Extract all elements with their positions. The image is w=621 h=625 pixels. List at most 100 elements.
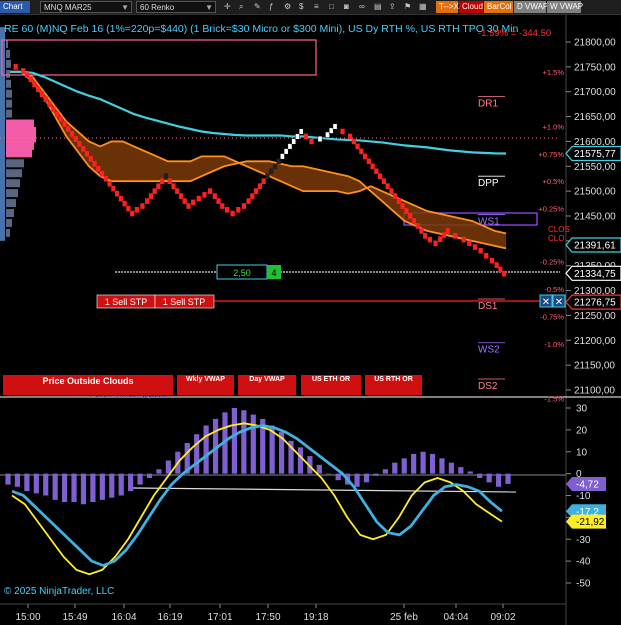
histogram-bar [24, 473, 30, 492]
alert-icon[interactable]: ⚑ [401, 1, 413, 13]
instrument-selector[interactable]: MNQ MAR25 ▼ [40, 1, 132, 13]
bar-type-selector[interactable]: 60 Renko ▼ [136, 1, 216, 13]
renko-brick [433, 240, 438, 247]
histogram-bar [231, 408, 238, 474]
renko-brick [160, 178, 165, 184]
renko-brick [152, 188, 157, 194]
strategy-icon[interactable]: ⚙ [281, 1, 293, 13]
chart-trader-icon[interactable]: $ [296, 1, 308, 13]
toolbar-button-cloud[interactable]: Cloud [459, 1, 483, 13]
renko-brick [332, 123, 338, 130]
renko-brick [13, 64, 18, 70]
toolbar-button-tx[interactable]: T-->X [436, 1, 459, 13]
renko-brick [84, 151, 90, 157]
indicators-icon[interactable]: ƒ [266, 1, 278, 13]
renko-brick [272, 163, 278, 170]
time-tick-label: 15:49 [62, 612, 87, 623]
histogram-bar [335, 473, 341, 481]
crosshair-icon[interactable]: ✛ [221, 1, 233, 13]
profile-bar [6, 49, 10, 58]
price-tick-label: 21150,00 [574, 361, 615, 372]
renko-brick [489, 257, 495, 264]
renko-brick [494, 262, 499, 268]
chart-canvas[interactable]: RE 60 (M)NQ Feb 16 (1%=220p=$440) (1 Bri… [0, 15, 621, 625]
renko-brick [317, 135, 323, 142]
profile-bar [6, 109, 12, 118]
renko-brick [257, 183, 262, 189]
renko-brick [265, 173, 270, 180]
renko-brick [370, 163, 375, 170]
renko-brick [467, 240, 472, 247]
data-box-icon[interactable]: ▤ [371, 1, 383, 13]
profile-bar [6, 119, 34, 128]
time-tick-label: 09:02 [490, 612, 515, 623]
renko-brick [171, 183, 176, 189]
renko-brick [269, 168, 274, 175]
renko-brick [167, 178, 172, 184]
renko-brick [241, 203, 247, 209]
histogram-bar [373, 473, 379, 476]
price-marker-label: 21334,75 [574, 269, 616, 280]
histogram-bar [80, 473, 87, 505]
snapshot-icon[interactable]: ◙ [341, 1, 353, 13]
histogram-bar [467, 471, 473, 474]
time-tick-label: 17:01 [207, 612, 232, 623]
chart-title: RE 60 (M)NQ Feb 16 (1%=220p=$440) (1 Bri… [4, 23, 519, 35]
share-icon[interactable]: ⇪ [386, 1, 398, 13]
osc-tick-label: 30 [576, 404, 588, 415]
renko-brick [236, 206, 241, 213]
profile-bar [6, 169, 22, 178]
renko-brick [148, 193, 154, 199]
renko-brick [32, 81, 37, 88]
renko-brick [220, 203, 225, 209]
draw-tool-icon[interactable]: ✎ [251, 1, 263, 13]
profile-bar [6, 69, 10, 78]
renko-brick [111, 185, 116, 192]
price-marker-label: 21575,77 [574, 149, 616, 160]
link-icon[interactable]: ∞ [356, 1, 368, 13]
histogram-bar [118, 473, 124, 496]
histogram-bar [458, 467, 464, 474]
renko-brick [126, 205, 131, 212]
price-tick-label: 21450,00 [574, 212, 616, 223]
time-tick-label: 25 feb [390, 612, 418, 623]
renko-brick [66, 126, 71, 132]
histogram-bar [137, 473, 143, 485]
toolbar-button-barcol[interactable]: BarCol [484, 1, 513, 13]
profile-bar [6, 141, 34, 150]
renko-brick [453, 233, 458, 239]
osc-tick-label: 10 [576, 447, 588, 458]
renko-brick [178, 193, 184, 199]
toolbar-button-dvwap[interactable]: D VWAP [514, 1, 548, 13]
histogram-bar [297, 447, 304, 474]
cancel-order-glyph: ✕ [555, 297, 563, 308]
price-tick-label: 21800,00 [574, 38, 616, 49]
templates-icon[interactable]: □ [326, 1, 338, 13]
renko-brick [28, 76, 33, 83]
profile-bar [6, 228, 10, 237]
workspace-icon[interactable]: ▦ [416, 1, 428, 13]
properties-icon[interactable]: ≡ [311, 1, 323, 13]
zoom-icon[interactable]: ⌕ [236, 1, 248, 13]
histogram-bar [33, 473, 39, 494]
histogram-bar [62, 473, 68, 503]
histogram-bar [477, 473, 483, 478]
renko-brick [381, 178, 386, 184]
histogram-bar [52, 473, 58, 500]
renko-brick [156, 183, 161, 189]
instrument-value: MNQ MAR25 [44, 3, 92, 12]
renko-brick [355, 143, 360, 150]
renko-brick [122, 200, 127, 207]
chart-menu-button[interactable]: Chart [0, 1, 30, 13]
profile-bar [6, 149, 32, 158]
histogram-bar [250, 414, 256, 474]
toolbar-button-wvwap[interactable]: W VWAP [547, 1, 583, 13]
percent-level-label: +1.5% [543, 68, 565, 77]
profile-bar [6, 126, 36, 135]
percent-level-label: +0.75% [538, 150, 564, 159]
chart-toolbar: Chart MNQ MAR25 ▼ 60 Renko ▼ ✛ ⌕ ✎ ƒ ⚙ $ ≡… [0, 0, 621, 15]
renko-brick [393, 193, 398, 199]
histogram-bar [448, 462, 454, 474]
renko-brick [43, 96, 48, 102]
renko-brick [423, 233, 428, 239]
